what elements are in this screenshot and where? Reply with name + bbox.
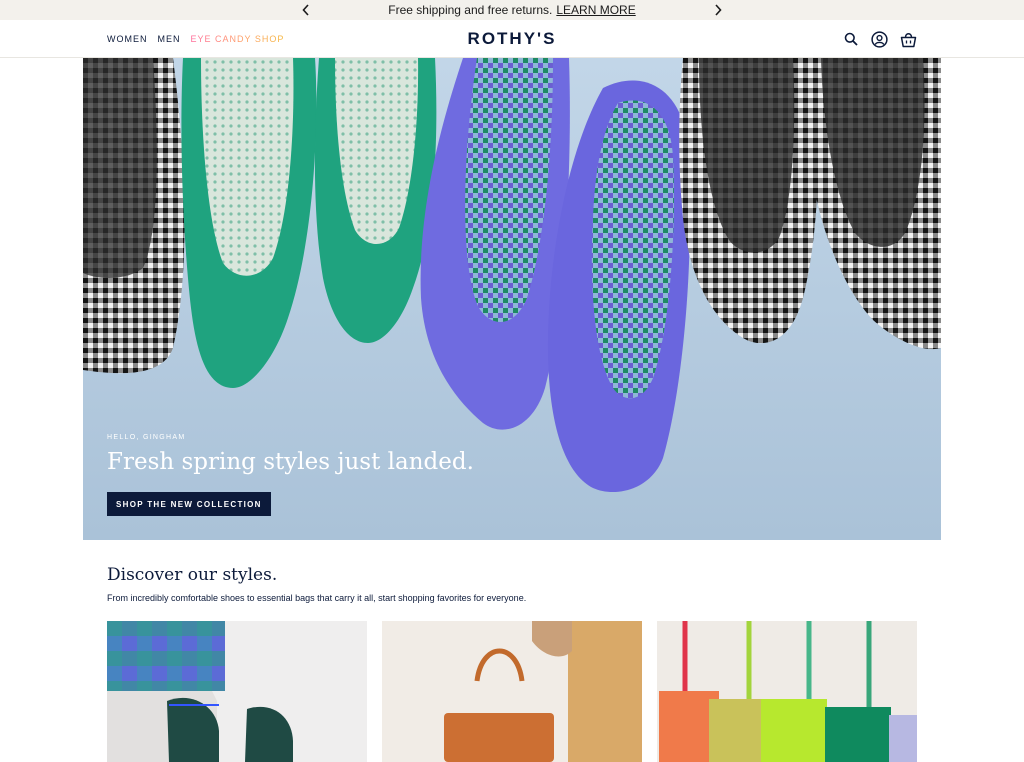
announcement-text: Free shipping and free returns. [388, 3, 553, 17]
bags-image [382, 621, 642, 762]
header-icons [841, 20, 918, 58]
announcement-bar: Free shipping and free returns. LEARN MO… [0, 0, 1024, 20]
account-icon[interactable] [870, 30, 889, 49]
style-card-bags[interactable] [382, 621, 642, 762]
main-nav: WOMEN MEN EYE CANDY SHOP [107, 20, 284, 58]
chevron-left-icon[interactable] [296, 0, 316, 20]
bag-icon[interactable] [899, 30, 918, 49]
hero-eyebrow: HELLO, GINGHAM [107, 434, 186, 441]
discover-subtitle: From incredibly comfortable shoes to ess… [107, 593, 527, 603]
nav-men[interactable]: MEN [158, 34, 181, 44]
chevron-right-icon[interactable] [708, 0, 728, 20]
shoes-image [107, 621, 367, 762]
style-card-shoes[interactable] [107, 621, 367, 762]
hero-banner[interactable]: HELLO, GINGHAM Fresh spring styles just … [83, 58, 941, 540]
hero-headline: Fresh spring styles just landed. [107, 449, 474, 475]
search-icon[interactable] [841, 30, 860, 49]
accessories-image [657, 621, 917, 762]
site-logo[interactable]: ROTHY'S [468, 29, 557, 49]
discover-title: Discover our styles. [107, 565, 278, 585]
style-card-accessories[interactable] [657, 621, 917, 762]
nav-women[interactable]: WOMEN [107, 34, 148, 44]
shop-new-collection-button[interactable]: SHOP THE NEW COLLECTION [107, 492, 271, 516]
nav-eye-candy-shop[interactable]: EYE CANDY SHOP [191, 34, 285, 44]
site-header: ROTHY'S WOMEN MEN EYE CANDY SHOP [0, 20, 1024, 58]
learn-more-link[interactable]: LEARN MORE [556, 3, 635, 17]
